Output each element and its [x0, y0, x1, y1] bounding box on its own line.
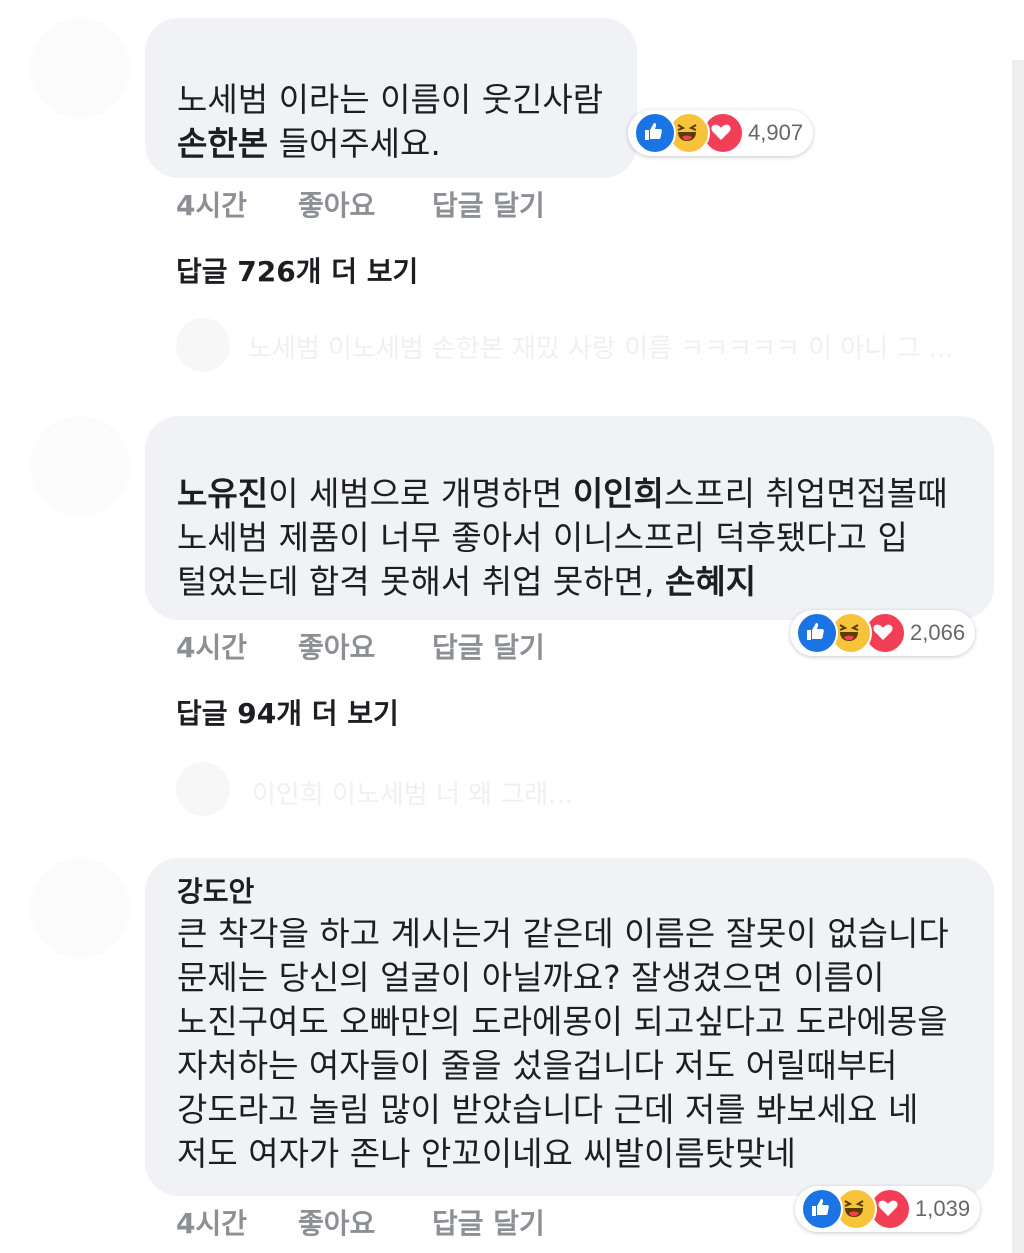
- comment-text-line: 노세범 제품이 너무 좋아서 이니스프리 덕후됐다고 입: [177, 516, 994, 560]
- reaction-count: 4,907: [748, 120, 804, 145]
- reply-preview-avatar: [176, 762, 230, 816]
- reaction-count: 1,039: [915, 1196, 971, 1221]
- reply-preview-text: 이인희 이노세범 너 왜 그래...: [252, 780, 573, 810]
- comment-text: 스프리 취업면접볼때: [663, 474, 948, 513]
- comment-bubble: 노세범 이라는 이름이 웃긴사람 손한본 들어주세요.: [145, 18, 637, 178]
- comment-text-line: 큰 착각을 하고 계시는거 같은데 이름은 잘못이 없습니다: [177, 912, 994, 956]
- like-button[interactable]: 좋아요: [298, 184, 375, 224]
- mention-name[interactable]: 노유진: [177, 474, 268, 513]
- reply-button[interactable]: 답글 달기: [432, 626, 545, 666]
- comment-time: 4시간: [176, 189, 248, 222]
- commenter-avatar[interactable]: [30, 18, 130, 118]
- reply-button[interactable]: 답글 달기: [432, 1202, 545, 1242]
- comment-text: 노진구여도 오빠만의 도라에몽이 되고싶다고 도라에몽을: [177, 1002, 948, 1041]
- like-button[interactable]: 좋아요: [298, 1202, 375, 1242]
- reaction-summary[interactable]: 2,066: [790, 610, 976, 656]
- like-reaction-icon: [801, 1188, 843, 1230]
- reaction-count: 2,066: [910, 620, 966, 645]
- reaction-summary[interactable]: 4,907: [628, 110, 814, 156]
- comment-text-line: 노유진이 세범으로 개명하면 이인희스프리 취업면접볼때: [177, 472, 994, 516]
- like-reaction-icon: [634, 112, 676, 154]
- comment-time: 4시간: [176, 1207, 248, 1240]
- comment-author[interactable]: 강도안: [177, 872, 994, 912]
- reply-preview-text: 노세범 이노세범 손한본 재밌 사랑 이름 ㅋㅋㅋㅋㅋ 이 아니 그 ...: [248, 334, 954, 364]
- comment-text: 노세범 제품이 너무 좋아서 이니스프리 덕후됐다고 입: [177, 518, 908, 557]
- mention-name[interactable]: 손혜지: [665, 562, 756, 601]
- mention-name[interactable]: 이인희: [573, 474, 664, 513]
- view-more-replies-link[interactable]: 답글 94개 더 보기: [176, 692, 399, 732]
- comment-text: 문제는 당신의 얼굴이 아닐까요? 잘생겼으면 이름이: [177, 958, 885, 997]
- comment-text-line: 문제는 당신의 얼굴이 아닐까요? 잘생겼으면 이름이: [177, 956, 994, 1000]
- comment-text: 노세범 이라는 이름이 웃긴사람: [177, 80, 604, 119]
- comment-text: 자처하는 여자들이 줄을 섰을겁니다 저도 어릴때부터: [177, 1046, 898, 1085]
- comment-text-line: 손한본 들어주세요.: [177, 122, 637, 166]
- comment-text-line: 털었는데 합격 못해서 취업 못하면, 손혜지: [177, 560, 994, 604]
- comment-text-line: 노진구여도 오빠만의 도라에몽이 되고싶다고 도라에몽을: [177, 1000, 994, 1044]
- comment-text: 큰 착각을 하고 계시는거 같은데 이름은 잘못이 없습니다: [177, 914, 949, 953]
- comment-bubble: 강도안 큰 착각을 하고 계시는거 같은데 이름은 잘못이 없습니다문제는 당신…: [145, 858, 994, 1196]
- comment-text: 이 세범으로 개명하면: [268, 474, 573, 513]
- view-more-replies-link[interactable]: 답글 726개 더 보기: [176, 250, 418, 290]
- comment-text-line: 저도 여자가 존나 안꼬이네요 씨발이름탓맞네: [177, 1132, 994, 1176]
- reaction-summary[interactable]: 1,039: [795, 1186, 981, 1232]
- comment-text: 털었는데 합격 못해서 취업 못하면,: [177, 562, 665, 601]
- like-reaction-icon: [796, 612, 838, 654]
- comment-text-line: 노세범 이라는 이름이 웃긴사람: [177, 78, 637, 122]
- comment-time: 4시간: [176, 631, 248, 664]
- reply-button[interactable]: 답글 달기: [432, 184, 545, 224]
- commenter-avatar[interactable]: [30, 416, 130, 516]
- comment-text: 저도 여자가 존나 안꼬이네요 씨발이름탓맞네: [177, 1134, 796, 1173]
- comment-text: 들어주세요.: [268, 124, 441, 163]
- reply-preview-avatar: [176, 318, 230, 372]
- scrollbar-track[interactable]: [1012, 60, 1024, 1253]
- mention-name[interactable]: 손한본: [177, 124, 268, 163]
- comment-text-line: 자처하는 여자들이 줄을 섰을겁니다 저도 어릴때부터: [177, 1044, 994, 1088]
- comment-text-line: 강도라고 놀림 많이 받았습니다 근데 저를 봐보세요 네: [177, 1088, 994, 1132]
- like-button[interactable]: 좋아요: [298, 626, 375, 666]
- comment-text: 강도라고 놀림 많이 받았습니다 근데 저를 봐보세요 네: [177, 1090, 919, 1129]
- commenter-avatar[interactable]: [30, 858, 130, 958]
- comment-bubble: 노유진이 세범으로 개명하면 이인희스프리 취업면접볼때 노세범 제품이 너무 좋…: [145, 416, 994, 620]
